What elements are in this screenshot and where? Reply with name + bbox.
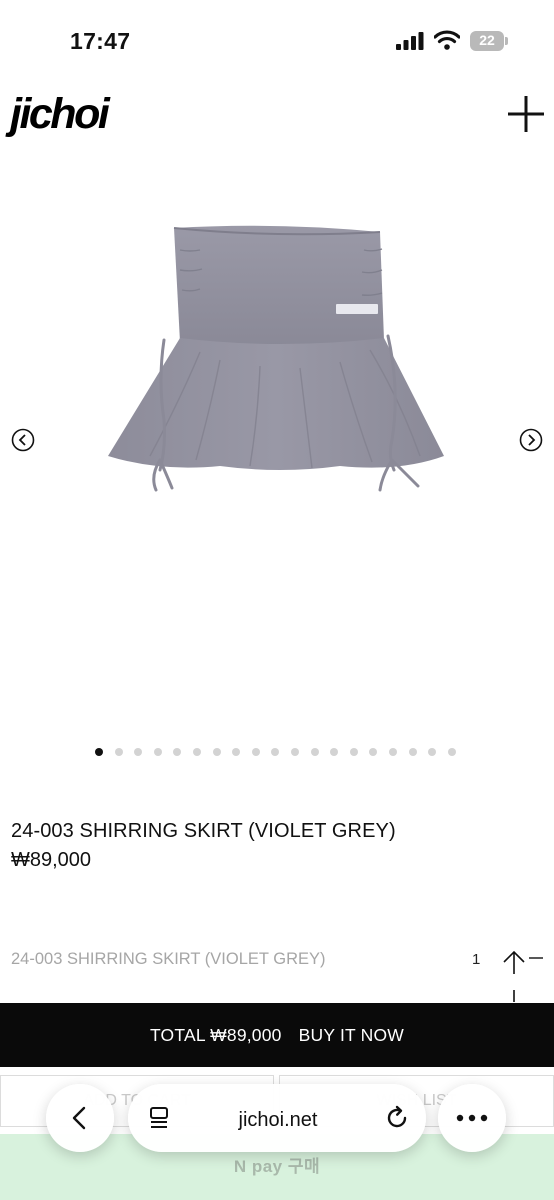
browser-toolbar: jichoi.net: [0, 1080, 554, 1160]
buy-now-button[interactable]: BUY IT NOW: [299, 1025, 404, 1046]
reload-icon[interactable]: [384, 1105, 410, 1131]
plus-icon[interactable]: [506, 94, 546, 134]
more-icon: [456, 1114, 488, 1122]
gallery-dot[interactable]: [330, 748, 339, 756]
signal-icon: [396, 32, 424, 50]
gallery-dot[interactable]: [192, 748, 201, 756]
purchase-bar[interactable]: TOTAL ₩89,000 BUY IT NOW: [0, 1003, 554, 1067]
gallery-dot[interactable]: [310, 748, 319, 756]
chevron-right-circle-icon[interactable]: [519, 428, 543, 452]
gallery-dot[interactable]: [232, 748, 241, 756]
product-gallery[interactable]: [0, 180, 554, 720]
product-price: ₩89,000: [11, 849, 92, 871]
product-title: 24-003 SHIRRING SKIRT (VIOLET GREY): [11, 820, 396, 842]
battery-icon: 22: [470, 31, 508, 51]
product-image: [108, 225, 444, 492]
gallery-dot[interactable]: [428, 748, 437, 756]
back-button[interactable]: [46, 1084, 114, 1152]
quantity-value[interactable]: 1: [472, 951, 480, 968]
site-logo[interactable]: jichoi: [10, 90, 110, 139]
gallery-pagination[interactable]: [95, 748, 456, 758]
gallery-dot[interactable]: [290, 748, 299, 756]
total-price: TOTAL ₩89,000: [149, 1024, 282, 1045]
chevron-left-circle-icon[interactable]: [11, 428, 35, 452]
gallery-dot[interactable]: [153, 748, 162, 756]
gallery-dot[interactable]: [408, 748, 417, 756]
battery-level: 22: [479, 32, 495, 48]
gallery-dot[interactable]: [212, 748, 221, 756]
status-time: 17:47: [70, 28, 131, 54]
arrow-up-icon[interactable]: [502, 950, 526, 1002]
status-bar: 17:47 22: [0, 0, 554, 80]
wifi-icon: [434, 30, 460, 50]
url-text[interactable]: jichoi.net: [228, 1109, 328, 1132]
chevron-left-icon: [72, 1106, 86, 1130]
gallery-dot[interactable]: [369, 748, 378, 756]
gallery-dot[interactable]: [447, 748, 456, 756]
gallery-dot[interactable]: [173, 748, 182, 756]
gallery-dot[interactable]: [388, 748, 397, 756]
gallery-dot[interactable]: [251, 748, 260, 756]
gallery-dot[interactable]: [95, 748, 103, 756]
minus-icon[interactable]: [527, 950, 545, 966]
gallery-dot[interactable]: [349, 748, 358, 756]
address-bar[interactable]: jichoi.net: [128, 1084, 426, 1152]
selected-option-name: 24-003 SHIRRING SKIRT (VIOLET GREY): [11, 950, 326, 968]
gallery-dot[interactable]: [134, 748, 143, 756]
tabs-icon[interactable]: [148, 1106, 172, 1130]
more-button[interactable]: [438, 1084, 506, 1152]
gallery-dot[interactable]: [114, 748, 123, 756]
gallery-dot[interactable]: [271, 748, 280, 756]
